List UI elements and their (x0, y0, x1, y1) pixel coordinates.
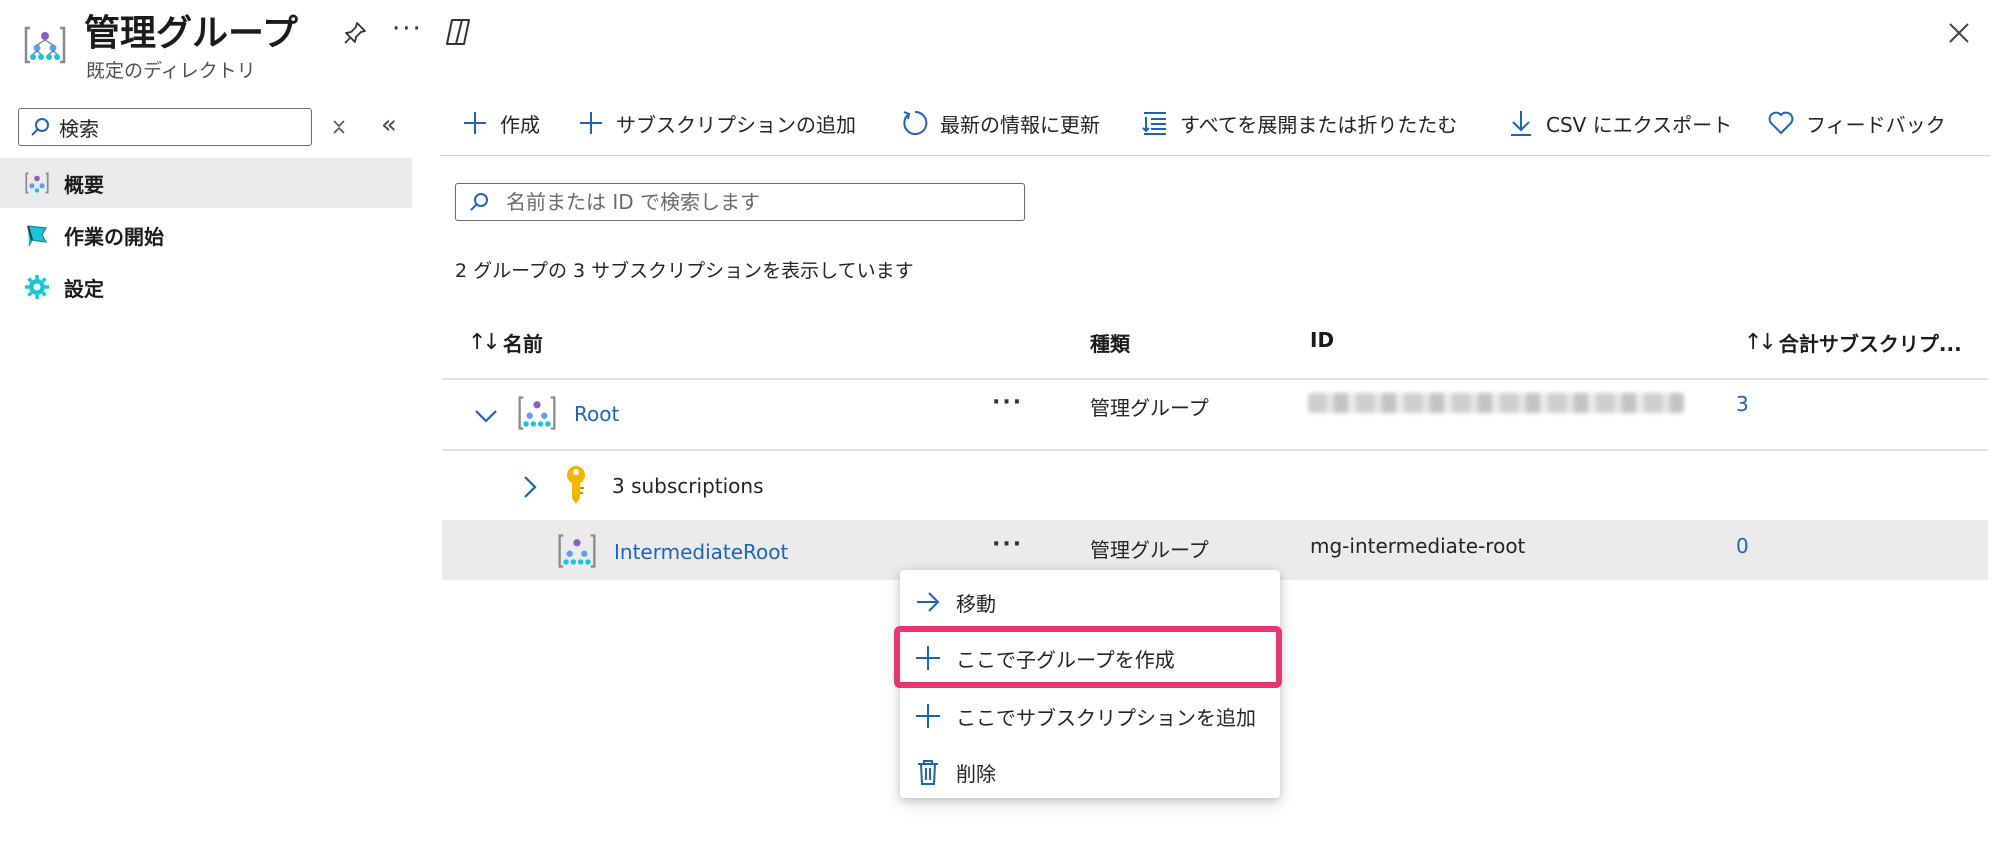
row-id: mg-intermediate-root (1310, 534, 1526, 558)
plus-icon (912, 642, 944, 674)
results-summary: 2 グループの 3 サブスクリプションを表示しています (455, 260, 914, 282)
sidebar-item-overview[interactable]: 概要 (0, 158, 412, 208)
subscriptions-count-label: 3 subscriptions (612, 474, 764, 498)
row-total-link[interactable]: 3 (1736, 392, 1749, 416)
row-type: 管理グループ (1090, 396, 1209, 420)
redacted-id (1308, 393, 1684, 413)
sort-icon: ↑↓ (468, 330, 501, 355)
management-group-icon (518, 396, 556, 430)
refresh-button[interactable]: 最新の情報に更新 (900, 108, 1100, 138)
plus-icon (912, 700, 944, 732)
row-divider (442, 378, 1988, 380)
row-more-button[interactable]: ··· (992, 532, 1023, 557)
row-total-link[interactable]: 0 (1736, 534, 1749, 558)
sidebar-search-input[interactable] (59, 115, 289, 139)
chevron-right-icon[interactable] (516, 473, 544, 501)
search-icon (31, 118, 49, 136)
search-icon (470, 193, 488, 211)
menu-item-delete[interactable]: 削除 (900, 746, 1280, 798)
collapse-sidebar-icon[interactable]: « (374, 110, 404, 140)
page-title: 管理グループ (84, 13, 298, 54)
row-name-link[interactable]: Root (574, 402, 619, 426)
key-icon (567, 466, 585, 504)
sidebar-item-label: 作業の開始 (64, 224, 164, 249)
management-group-icon (558, 534, 596, 568)
expand-collapse-icon (1140, 108, 1170, 138)
plus-icon (576, 108, 606, 138)
sidebar-item-label: 概要 (64, 172, 104, 197)
quickstart-flag-icon (24, 222, 50, 248)
trash-icon (912, 756, 944, 788)
menu-item-move[interactable]: 移動 (900, 576, 1280, 628)
sort-icon: ↑↓ (1744, 330, 1777, 355)
command-bar: 作成 サブスクリプションの追加 最新の情報に更新 すべてを展開または折りたたむ … (440, 96, 1990, 156)
more-options-button[interactable]: ··· (392, 14, 423, 44)
row-name-link[interactable]: IntermediateRoot (614, 540, 788, 564)
refresh-icon (900, 108, 930, 138)
management-group-icon (24, 170, 50, 196)
page-subtitle: 既定のディレクトリ (86, 60, 256, 82)
sidebar-item-quickstart[interactable]: 作業の開始 (0, 210, 412, 260)
management-group-icon (24, 26, 66, 64)
sidebar-item-label: 設定 (64, 276, 104, 301)
row-type: 管理グループ (1090, 538, 1209, 562)
main-search[interactable] (455, 183, 1025, 221)
clear-search-icon[interactable] (326, 114, 352, 140)
menu-item-create-child-group[interactable]: ここで子グループを作成 (900, 632, 1280, 684)
plus-icon (460, 108, 490, 138)
menu-item-add-subscription[interactable]: ここでサブスクリプションを追加 (900, 690, 1280, 742)
add-subscription-button[interactable]: サブスクリプションの追加 (576, 108, 856, 138)
create-button[interactable]: 作成 (460, 108, 540, 138)
settings-gear-icon (24, 274, 50, 300)
pin-icon[interactable] (340, 18, 370, 48)
sidebar-item-settings[interactable]: 設定 (0, 262, 412, 312)
arrow-right-icon (912, 586, 944, 618)
column-header-name[interactable]: ↑↓ 名前 (468, 328, 543, 357)
download-icon (1506, 108, 1536, 138)
row-divider (442, 449, 1988, 451)
column-header-type: 種類 (1090, 332, 1130, 356)
feedback-button[interactable]: フィードバック (1766, 108, 1946, 138)
expand-collapse-button[interactable]: すべてを展開または折りたたむ (1140, 108, 1457, 138)
main-search-input[interactable] (506, 190, 1006, 214)
export-csv-button[interactable]: CSV にエクスポート (1506, 108, 1732, 138)
close-icon[interactable] (1944, 18, 1974, 48)
column-header-total-subscriptions[interactable]: ↑↓ 合計サブスクリプ... (1744, 328, 1962, 357)
copilot-icon[interactable] (442, 16, 474, 48)
column-header-id: ID (1310, 328, 1335, 352)
chevron-down-icon[interactable] (472, 402, 500, 430)
context-menu: 移動 ここで子グループを作成 ここでサブスクリプションを追加 削除 (900, 570, 1280, 798)
sidebar-search[interactable] (18, 108, 312, 146)
heart-icon (1766, 108, 1796, 138)
row-more-button[interactable]: ··· (992, 390, 1023, 415)
